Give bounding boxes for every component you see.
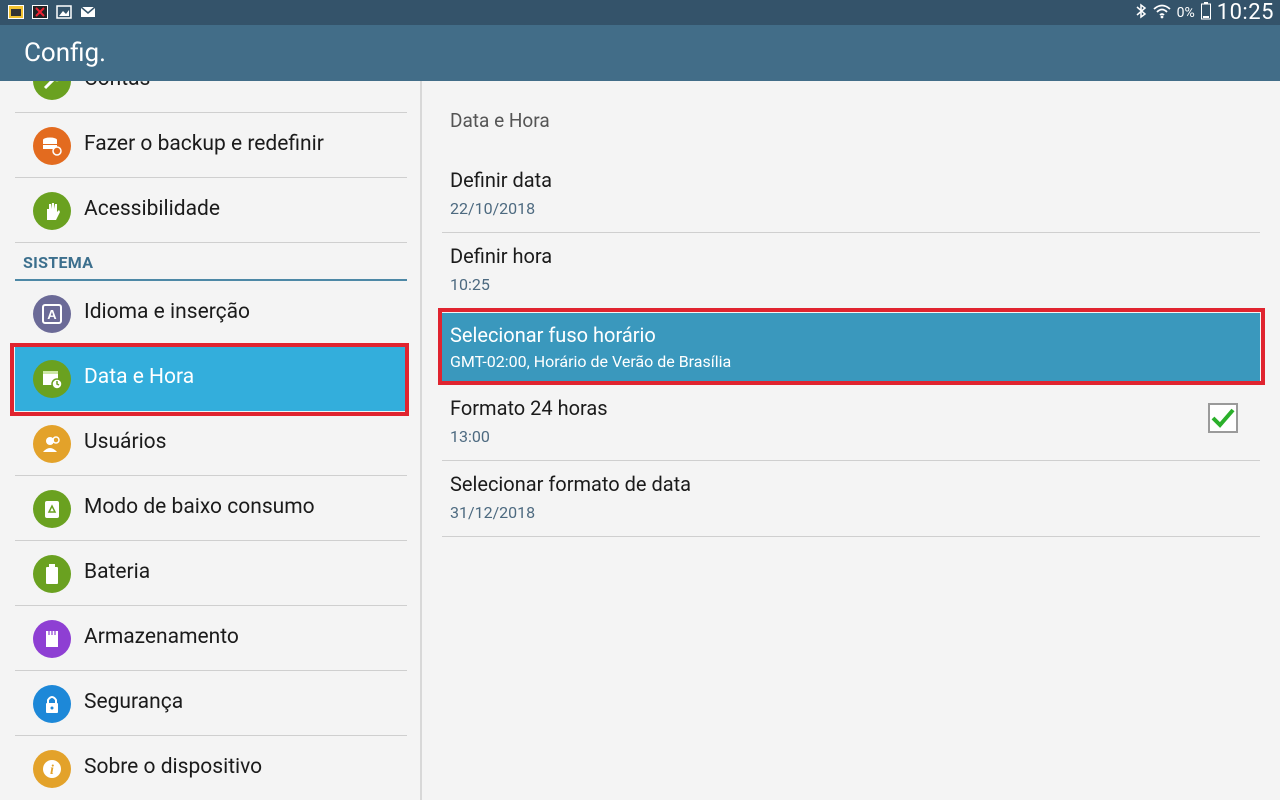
item-title: Definir data	[450, 168, 553, 192]
sidebar-item-armazenamento[interactable]: Armazenamento	[15, 607, 407, 671]
sidebar-item-label: Usuários	[84, 430, 167, 454]
wifi-icon	[1152, 3, 1171, 23]
status-indicators: 0% 10:25	[1135, 0, 1274, 25]
battery-percent: 0%	[1176, 4, 1195, 21]
clock: 10:25	[1216, 0, 1274, 25]
lock-icon	[33, 685, 71, 723]
language-icon: A	[33, 295, 71, 333]
svg-text:A: A	[47, 307, 57, 322]
set-date-item[interactable]: Definir data 22/10/2018	[442, 157, 1260, 233]
battery-icon	[33, 555, 71, 593]
sidebar-item-label: Contas	[84, 81, 150, 91]
sidebar-item-bateria[interactable]: Bateria	[15, 542, 407, 606]
item-title: Selecionar fuso horário	[450, 323, 656, 347]
sidebar-item-seguranca[interactable]: Segurança	[15, 672, 407, 736]
app-title: Config.	[24, 38, 106, 68]
settings-category-list[interactable]: Contas Fazer o backup e redefinir Acessi…	[0, 81, 421, 800]
select-date-format-item[interactable]: Selecionar formato de data 31/12/2018	[442, 461, 1260, 537]
sidebar-item-idioma[interactable]: A Idioma e inserção	[15, 282, 407, 346]
users-icon	[33, 425, 71, 463]
storage-icon	[33, 620, 71, 658]
item-value: 22/10/2018	[450, 199, 536, 218]
item-value: 31/12/2018	[450, 503, 536, 522]
checkmark-icon	[1211, 408, 1235, 428]
sidebar-item-usuarios[interactable]: Usuários	[15, 412, 407, 476]
sidebar-item-label: Fazer o backup e redefinir	[84, 132, 324, 156]
status-bar: 0% 10:25	[0, 0, 1280, 25]
sidebar-item-backup[interactable]: Fazer o backup e redefinir	[15, 114, 407, 178]
format-24h-checkbox[interactable]	[1208, 403, 1238, 433]
set-time-item[interactable]: Definir hora 10:25	[442, 233, 1260, 309]
hand-icon	[33, 192, 71, 230]
action-bar: Config.	[0, 25, 1280, 81]
battery-icon	[1200, 1, 1211, 24]
notification-icons	[8, 4, 96, 20]
backup-icon	[33, 127, 71, 165]
key-icon	[33, 81, 71, 100]
sidebar-item-label: Bateria	[84, 560, 151, 584]
calendar-clock-icon	[33, 360, 71, 398]
sidebar-item-label: Armazenamento	[84, 625, 239, 649]
sidebar-item-baixo-consumo[interactable]: Modo de baixo consumo	[15, 477, 407, 541]
svg-text:i: i	[50, 763, 54, 778]
gallery-notification-icon	[8, 4, 24, 20]
image-notification-icon	[56, 4, 72, 20]
item-value: 10:25	[450, 275, 490, 294]
error-notification-icon	[32, 4, 48, 20]
format-24h-item[interactable]: Formato 24 horas 13:00	[442, 385, 1260, 461]
sidebar-item-label: Segurança	[84, 690, 184, 714]
sidebar-item-data-hora[interactable]: Data e Hora	[15, 347, 407, 411]
sidebar-item-sobre[interactable]: i Sobre o dispositivo	[15, 737, 407, 800]
sidebar-item-label: Acessibilidade	[84, 197, 220, 221]
bluetooth-icon	[1135, 3, 1147, 23]
info-icon: i	[33, 750, 71, 788]
sidebar-item-label: Sobre o dispositivo	[84, 755, 263, 779]
date-time-settings: Data e Hora Definir data 22/10/2018 Defi…	[422, 81, 1280, 800]
item-title: Selecionar formato de data	[450, 472, 692, 496]
recycle-icon	[33, 490, 71, 528]
item-title: Definir hora	[450, 244, 553, 268]
sidebar-item-acessibilidade[interactable]: Acessibilidade	[15, 179, 407, 243]
sidebar-item-contas[interactable]: Contas	[15, 81, 407, 113]
select-timezone-item[interactable]: Selecionar fuso horário GMT-02:00, Horár…	[442, 313, 1260, 381]
sidebar-item-label: Data e Hora	[84, 365, 195, 389]
section-header-sistema: SISTEMA	[15, 251, 407, 281]
item-title: Formato 24 horas	[450, 396, 608, 420]
sidebar-item-label: Modo de baixo consumo	[84, 495, 315, 519]
detail-title: Data e Hora	[450, 109, 550, 132]
item-value: GMT-02:00, Horário de Verão de Brasília	[450, 352, 732, 371]
mail-notification-icon	[80, 4, 96, 20]
sidebar-item-label: Idioma e inserção	[84, 300, 251, 324]
item-value: 13:00	[450, 427, 490, 446]
